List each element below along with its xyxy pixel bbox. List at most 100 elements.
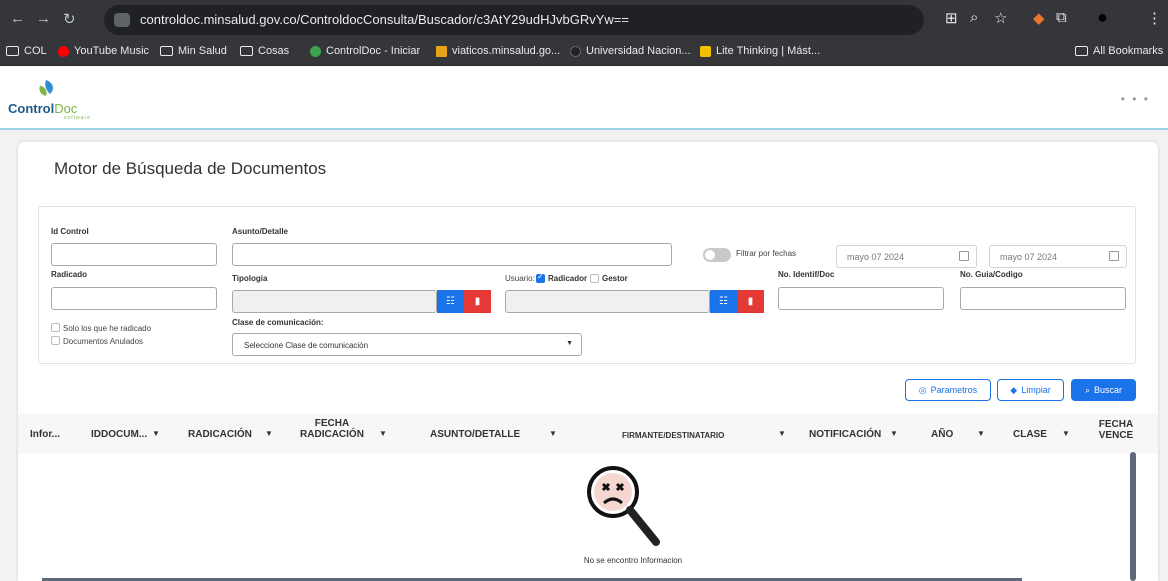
col-iddocumento[interactable]: IDDOCUM... <box>91 429 147 440</box>
no-guia-label: No. Guia/Codigo <box>960 270 1023 279</box>
filter-icon[interactable]: ▼ <box>778 429 786 438</box>
col-radicacion[interactable]: RADICACIÓN <box>188 429 252 440</box>
solo-radicado-checkbox[interactable] <box>51 323 60 332</box>
bookmark-universidad[interactable]: Universidad Nacion... <box>570 45 691 57</box>
usuario-list-button[interactable]: ☷ <box>710 290 737 313</box>
solo-radicado-label: Solo los que he radicado <box>63 324 152 333</box>
star-icon[interactable]: ☆ <box>994 9 1007 27</box>
usuario-label: Usuario: <box>505 274 535 283</box>
filter-icon[interactable]: ▼ <box>152 429 160 438</box>
calendar-icon[interactable] <box>1109 251 1119 261</box>
no-identif-input[interactable] <box>778 287 944 310</box>
filter-icon[interactable]: ▼ <box>1062 429 1070 438</box>
search-card: Motor de Búsqueda de Documentos Id Contr… <box>18 142 1158 581</box>
filter-dates-label: Filtrar por fechas <box>736 249 797 258</box>
browser-toolbar: ← → ↻ controldoc.minsalud.gov.co/Control… <box>0 0 1168 40</box>
bookmark-min-salud[interactable]: Min Salud <box>160 45 227 57</box>
filter-icon[interactable]: ▼ <box>379 429 387 438</box>
table-scrollbar[interactable] <box>1130 452 1136 581</box>
col-clase[interactable]: CLASE <box>1013 429 1047 440</box>
bookmark-viaticos[interactable]: viaticos.minsalud.go... <box>436 45 560 57</box>
eye-off-icon: ◎ <box>918 384 927 395</box>
calendar-icon[interactable] <box>959 251 969 261</box>
browser-menu-icon[interactable]: ⋮ <box>1147 9 1162 27</box>
clase-select[interactable]: Seleccione Clase de comunicación ▼ <box>232 333 582 356</box>
filter-icon[interactable]: ▼ <box>549 429 557 438</box>
app-header: ControlDoc software • • • <box>0 66 1168 130</box>
list-icon: ☷ <box>719 296 728 307</box>
tipologia-delete-button[interactable]: ▮ <box>464 290 491 313</box>
more-horizontal-icon[interactable]: • • • <box>1121 92 1150 106</box>
buscar-button[interactable]: ⌕ Buscar <box>1071 379 1136 401</box>
anulados-checkbox[interactable] <box>51 336 60 345</box>
empty-message: No se encontro Informacion <box>583 556 683 565</box>
col-firmante[interactable]: FIRMANTE/DESTINATARIO <box>622 430 724 441</box>
back-icon[interactable]: ← <box>10 10 25 27</box>
reload-icon[interactable]: ↻ <box>63 10 76 28</box>
gestor-checkbox[interactable] <box>590 274 599 283</box>
filter-panel: Id Control Asunto/Detalle Filtrar por fe… <box>38 206 1136 364</box>
id-control-input[interactable] <box>51 243 217 266</box>
bookmark-controldoc[interactable]: ControlDoc - Iniciar <box>310 45 420 57</box>
radicador-checkbox[interactable] <box>536 272 545 283</box>
list-icon: ☷ <box>446 296 455 307</box>
asunto-label: Asunto/Detalle <box>232 227 289 236</box>
controldoc-logo-icon <box>39 80 53 96</box>
folder-icon <box>240 46 253 56</box>
profile-icon[interactable]: ● <box>1097 7 1108 28</box>
tipologia-label: Tipologia <box>232 274 268 283</box>
limpiar-button[interactable]: ◆ Limpiar <box>997 379 1064 401</box>
trash-icon: ▮ <box>474 296 481 307</box>
lite-thinking-icon <box>700 45 711 57</box>
bookmark-lite-thinking[interactable]: Lite Thinking | Mást... <box>700 45 820 57</box>
col-ano[interactable]: AÑO <box>931 429 953 440</box>
col-asunto-detalle[interactable]: ASUNTO/DETALLE <box>430 429 520 440</box>
extension-fox-icon[interactable]: ◆ <box>1033 9 1045 27</box>
col-notificacion[interactable]: NOTIFICACIÓN <box>809 429 881 440</box>
bookmark-col[interactable]: COL <box>6 45 47 57</box>
results-table-header: Infor... IDDOCUM... ▼ RADICACIÓN ▼ FECHA… <box>18 414 1158 454</box>
site-info-icon[interactable] <box>114 13 130 27</box>
forward-icon[interactable]: → <box>36 10 51 27</box>
filter-dates-toggle[interactable] <box>703 248 731 262</box>
radicado-label: Radicado <box>51 270 88 279</box>
extensions-icon[interactable]: ⧉ <box>1056 9 1067 26</box>
tipologia-list-button[interactable]: ☷ <box>437 290 464 313</box>
folder-icon <box>1075 46 1088 56</box>
logo-subtitle: software <box>64 115 91 121</box>
anulados-label: Documentos Anulados <box>63 337 144 346</box>
usuario-delete-button[interactable]: ▮ <box>737 290 764 313</box>
address-bar[interactable]: controldoc.minsalud.gov.co/ControldocCon… <box>104 5 924 35</box>
folder-icon <box>6 46 19 56</box>
tipologia-input[interactable] <box>232 290 437 313</box>
radicador-label: Radicador <box>548 274 588 283</box>
eraser-icon: ◆ <box>1010 384 1018 395</box>
asunto-input[interactable] <box>232 243 672 266</box>
logo-text: ControlDoc <box>8 101 78 116</box>
clase-label: Clase de comunicación: <box>232 318 324 327</box>
filter-icon[interactable]: ▼ <box>890 429 898 438</box>
radicado-input[interactable] <box>51 287 217 310</box>
date-from-input[interactable]: mayo 07 2024 <box>836 245 977 268</box>
bookmark-youtube-music[interactable]: YouTube Music <box>58 45 149 57</box>
filter-icon[interactable]: ▼ <box>265 429 273 438</box>
no-identif-label: No. Identif/Doc <box>778 270 835 279</box>
date-to-input[interactable]: mayo 07 2024 <box>989 245 1127 268</box>
all-bookmarks[interactable]: All Bookmarks <box>1075 45 1163 57</box>
usuario-input[interactable] <box>505 290 710 313</box>
page-title: Motor de Búsqueda de Documentos <box>54 159 327 178</box>
col-fecha-vence[interactable]: FECHA VENCE <box>1096 419 1136 441</box>
zoom-icon[interactable]: ⌕ <box>970 9 978 26</box>
col-fecha-radicacion[interactable]: FECHA RADICACIÓN <box>296 418 368 440</box>
translate-icon[interactable]: ⊞ <box>945 9 958 27</box>
parametros-button[interactable]: ◎ Parametros <box>905 379 991 401</box>
no-guia-input[interactable] <box>960 287 1126 310</box>
bookmark-cosas[interactable]: Cosas <box>240 45 289 57</box>
col-informacion[interactable]: Infor... <box>30 429 60 440</box>
filter-icon[interactable]: ▼ <box>977 429 985 438</box>
viaticos-icon <box>436 45 447 57</box>
url-text[interactable]: controldoc.minsalud.gov.co/ControldocCon… <box>140 12 629 27</box>
bookmarks-bar: COL YouTube Music Min Salud Cosas Contro… <box>0 40 1168 66</box>
trash-icon: ▮ <box>747 296 754 307</box>
youtube-music-icon <box>58 45 69 57</box>
